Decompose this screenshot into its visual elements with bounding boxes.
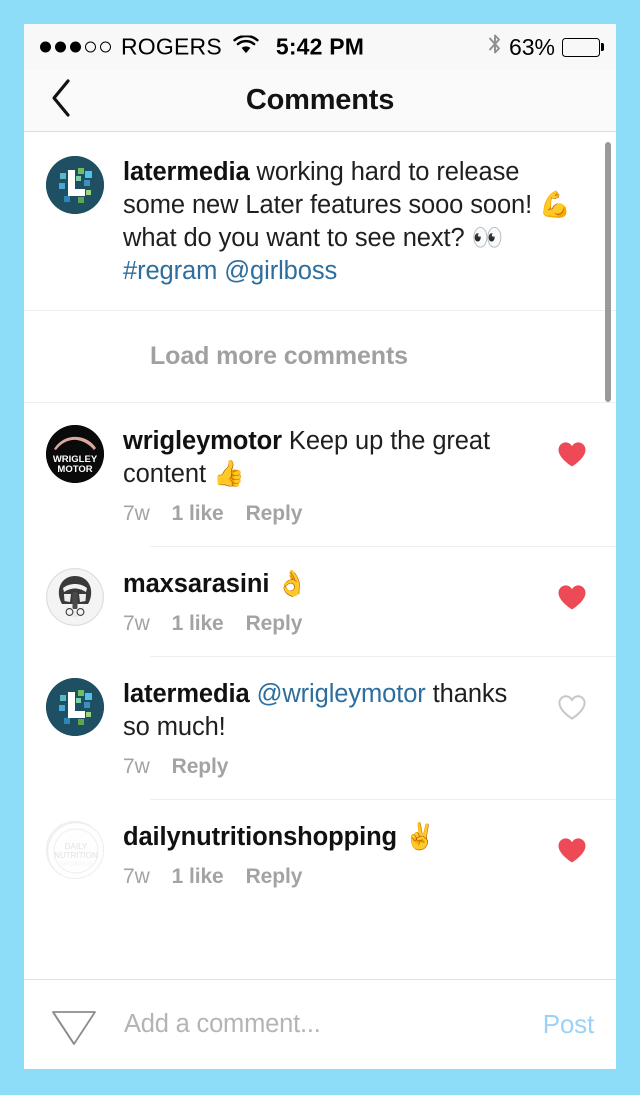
latermedia-avatar[interactable] (46, 678, 104, 736)
caption-body: latermedia working hard to release some … (104, 156, 594, 288)
comments-scroll-area[interactable]: latermedia working hard to release some … (24, 132, 616, 979)
flexed-biceps-emoji: 💪 (539, 190, 571, 220)
back-button[interactable] (48, 79, 88, 123)
victory-hand-emoji: ✌️ (404, 822, 436, 852)
comment-like-button[interactable] (550, 568, 594, 636)
comment-timestamp: 7w (123, 865, 150, 888)
comment-username[interactable]: dailynutritionshopping (123, 823, 397, 851)
thumbs-up-emoji: 👍 (212, 459, 245, 489)
heart-filled-icon (557, 441, 587, 473)
comment-meta: 7w 1 like Reply (123, 502, 538, 526)
comment-reply-button[interactable]: Reply (246, 502, 303, 526)
comment-text: wrigleymotor Keep up the great content 👍 (123, 425, 538, 491)
daily-line2: NUTRITION (54, 851, 98, 860)
comment-row: latermedia @wrigleymotor thanks so much!… (24, 656, 616, 799)
comment-text: maxsarasini 👌 (123, 568, 538, 601)
comment-timestamp: 7w (123, 612, 150, 635)
comment-username[interactable]: wrigleymotor (123, 427, 282, 455)
comment-username[interactable]: latermedia (123, 680, 250, 708)
eyes-emoji: 👀 (471, 223, 504, 253)
comment-like-button[interactable] (550, 425, 594, 526)
comment-body: wrigleymotor Keep up the great content 👍… (104, 425, 550, 526)
latermedia-avatar[interactable] (46, 156, 104, 214)
comment-body: dailynutritionshopping ✌️ 7w 1 like Repl… (104, 821, 550, 889)
post-caption: latermedia working hard to release some … (24, 132, 616, 311)
comment-row: WRIGLEY MOTOR wrigleymotor Keep up the g… (24, 403, 616, 546)
caption-hashtag[interactable]: #regram (123, 257, 217, 285)
daily-line1: DAILY (65, 842, 88, 851)
heart-filled-icon (557, 837, 587, 869)
post-button[interactable]: Post (529, 1009, 594, 1040)
comment-body: latermedia @wrigleymotor thanks so much!… (104, 678, 550, 779)
scrollbar[interactable] (605, 142, 611, 402)
caption-text-part2: what do you want to see next? (123, 224, 472, 252)
comment-input[interactable] (102, 1010, 529, 1039)
comment-timestamp: 7w (123, 502, 150, 525)
status-bar: ROGERS 5:42 PM 63% (24, 24, 616, 70)
comment-composer-bar: Post (24, 979, 616, 1069)
caption-username[interactable]: latermedia (123, 158, 250, 186)
send-paper-plane-icon[interactable] (46, 1002, 102, 1048)
battery-percent-label: 63% (508, 33, 555, 60)
bluetooth-icon (488, 33, 502, 61)
comment-like-count[interactable]: 1 like (172, 502, 224, 526)
battery-icon (562, 37, 604, 57)
caption-text: latermedia working hard to release some … (123, 156, 584, 288)
heart-filled-icon (557, 584, 587, 616)
page-title: Comments (245, 84, 395, 116)
load-more-label: Load more comments (150, 342, 408, 370)
maxsarasini-avatar[interactable] (46, 568, 104, 626)
comment-text: latermedia @wrigleymotor thanks so much! (123, 678, 538, 744)
blue-frame-background: ROGERS 5:42 PM 63% Comments latermedia w… (0, 0, 640, 1095)
comment-text: dailynutritionshopping ✌️ (123, 821, 538, 854)
wrigleymotor-avatar[interactable]: WRIGLEY MOTOR (46, 425, 104, 483)
comment-message (397, 823, 404, 851)
comment-like-count[interactable]: 1 like (172, 865, 224, 889)
comment-meta: 7w Reply (123, 755, 538, 779)
load-more-comments-button[interactable]: Load more comments (24, 311, 616, 403)
chevron-left-icon (48, 76, 74, 125)
comment-reply-button[interactable]: Reply (246, 865, 303, 889)
comment-username[interactable]: maxsarasini (123, 570, 269, 598)
phone-screen: ROGERS 5:42 PM 63% Comments latermedia w… (24, 24, 616, 1069)
dailynutritionshopping-avatar[interactable]: DAILY NUTRITION SHOPPING (46, 821, 104, 879)
comment-mention[interactable]: @wrigleymotor (257, 680, 426, 708)
comment-body: maxsarasini 👌 7w 1 like Reply (104, 568, 550, 636)
comment-row: DAILY NUTRITION SHOPPING dailynutritions… (24, 799, 616, 909)
comment-meta: 7w 1 like Reply (123, 612, 538, 636)
status-bar-right: 63% (488, 33, 604, 61)
comment-reply-button[interactable]: Reply (172, 755, 229, 779)
ok-hand-emoji: 👌 (276, 569, 308, 599)
caption-mention[interactable]: @girlboss (224, 257, 337, 285)
comment-timestamp: 7w (123, 755, 150, 778)
comment-reply-button[interactable]: Reply (246, 612, 303, 636)
comment-like-count[interactable]: 1 like (172, 612, 224, 636)
comment-row: maxsarasini 👌 7w 1 like Reply (24, 546, 616, 656)
comment-like-button[interactable] (550, 821, 594, 889)
svg-text:SHOPPING: SHOPPING (59, 861, 93, 868)
comment-like-button[interactable] (550, 678, 594, 779)
heart-outline-icon (557, 694, 587, 726)
navigation-bar: Comments (24, 70, 616, 132)
comment-meta: 7w 1 like Reply (123, 865, 538, 889)
wrigley-line2: MOTOR (57, 464, 92, 475)
